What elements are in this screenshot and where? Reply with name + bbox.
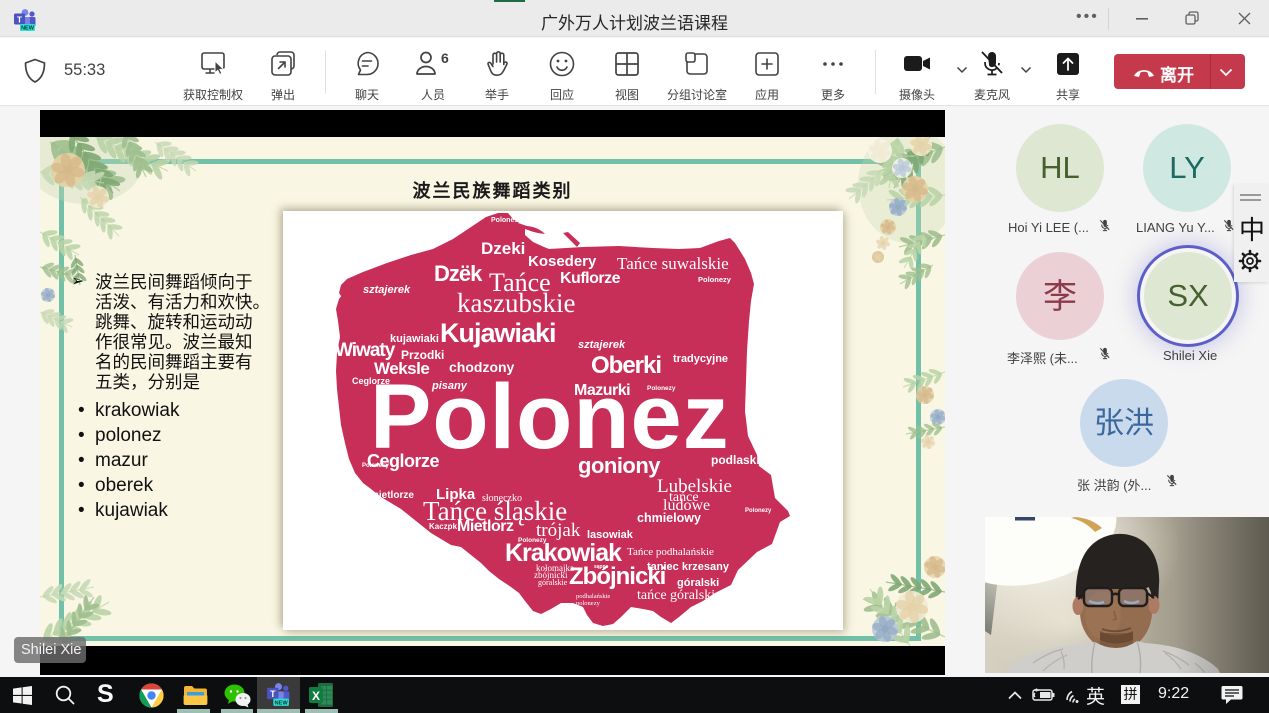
svg-text:T: T — [270, 689, 276, 699]
svg-text:NEW: NEW — [21, 26, 35, 32]
svg-text:X: X — [312, 689, 320, 703]
svg-text:T: T — [17, 15, 23, 25]
svg-text:NEW: NEW — [274, 700, 288, 706]
svg-text:6: 6 — [441, 50, 449, 66]
